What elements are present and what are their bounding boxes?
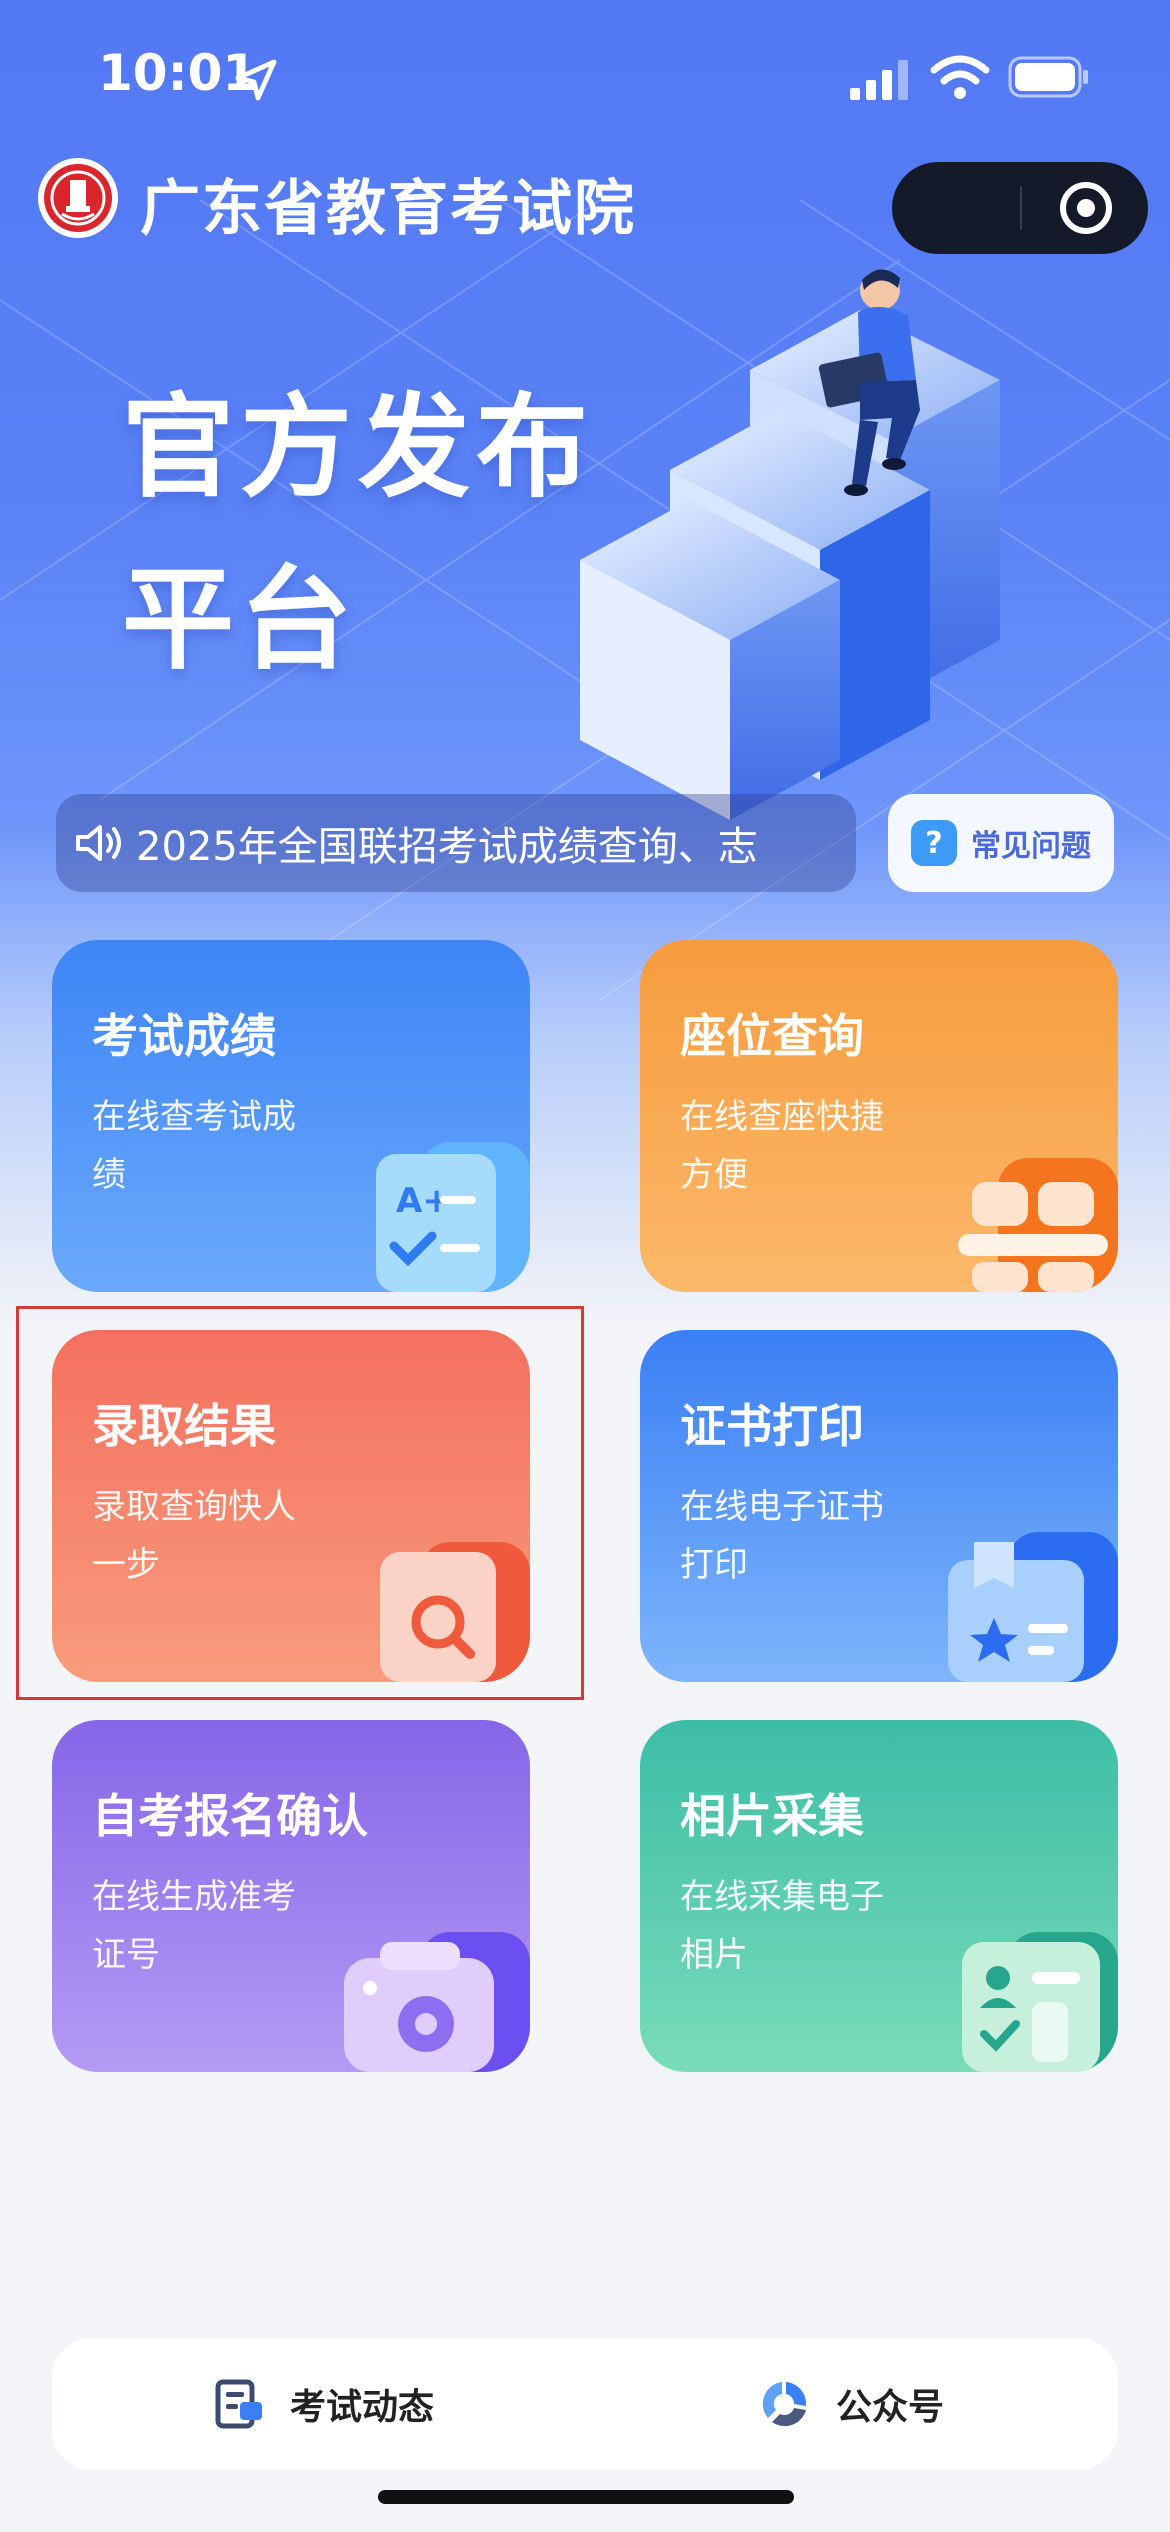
card-photo-collection[interactable]: 相片采集 在线采集电子相片: [640, 1720, 1118, 2072]
tab-label: 考试动态: [290, 2387, 435, 2428]
hero-slogan: 官方发布 平台: [122, 362, 594, 706]
tab-exam-news[interactable]: 考试动态: [212, 2338, 434, 2470]
cellular-signal-icon: [850, 60, 908, 100]
card-title: 证书打印: [680, 1399, 864, 1453]
tab-label: 公众号: [836, 2387, 945, 2428]
highlight-box: [16, 1306, 584, 1700]
status-bar: 10:01: [0, 0, 1170, 150]
tab-official-account[interactable]: 公众号: [758, 2338, 944, 2470]
card-description: 在线查考试成绩: [92, 1097, 296, 1195]
faq-label: 常见问题: [971, 829, 1091, 864]
bottom-tab-bar: 考试动态 公众号: [52, 2338, 1118, 2470]
card-seat-query[interactable]: 座位查询 在线查座快捷方便: [640, 940, 1118, 1292]
emblem-icon: [50, 170, 106, 226]
official-account-icon: [762, 2382, 807, 2427]
card-exam-score[interactable]: 考试成绩 在线查考试成绩 A+: [52, 940, 530, 1292]
id-photo-icon: [962, 1932, 1118, 2072]
home-indicator[interactable]: [378, 2490, 794, 2504]
card-description: 在线生成准考证号: [92, 1877, 296, 1975]
card-title: 相片采集: [680, 1789, 864, 1843]
faq-button[interactable]: ? 常见问题: [888, 794, 1114, 892]
news-icon: [215, 2379, 262, 2429]
mini-program-capsule[interactable]: [892, 162, 1148, 254]
app-title: 广东省教育考试院: [140, 174, 636, 244]
battery-icon: [1008, 56, 1088, 98]
card-title: 座位查询: [680, 1009, 864, 1063]
card-description: 在线查座快捷方便: [680, 1097, 884, 1195]
card-self-exam-confirm[interactable]: 自考报名确认 在线生成准考证号: [52, 1720, 530, 2072]
certificate-icon: [948, 1532, 1118, 1682]
seat-icon: [958, 1158, 1118, 1292]
score-sheet-icon: A+: [376, 1142, 530, 1292]
question-icon: ?: [911, 820, 957, 866]
card-certificate-print[interactable]: 证书打印 在线电子证书打印: [640, 1330, 1118, 1682]
slogan-line-2: 平台: [122, 554, 358, 685]
speaker-icon: [76, 825, 121, 861]
card-title: 自考报名确认: [92, 1789, 368, 1843]
wifi-icon: [930, 55, 990, 99]
slogan-line-1: 官方发布: [122, 382, 594, 513]
capsule-divider: [1020, 186, 1022, 230]
announcement-text: 2025年全国联招考试成绩查询、志: [136, 824, 758, 870]
camera-icon: [344, 1932, 530, 2072]
location-arrow-icon: [235, 59, 277, 101]
card-description: 在线采集电子相片: [680, 1877, 884, 1975]
announcement-marquee[interactable]: 2025年全国联招考试成绩查询、志: [56, 794, 856, 892]
institution-logo: [38, 158, 118, 238]
close-target-icon[interactable]: [1060, 182, 1112, 234]
card-description: 在线电子证书打印: [680, 1487, 884, 1585]
card-title: 考试成绩: [92, 1009, 276, 1063]
